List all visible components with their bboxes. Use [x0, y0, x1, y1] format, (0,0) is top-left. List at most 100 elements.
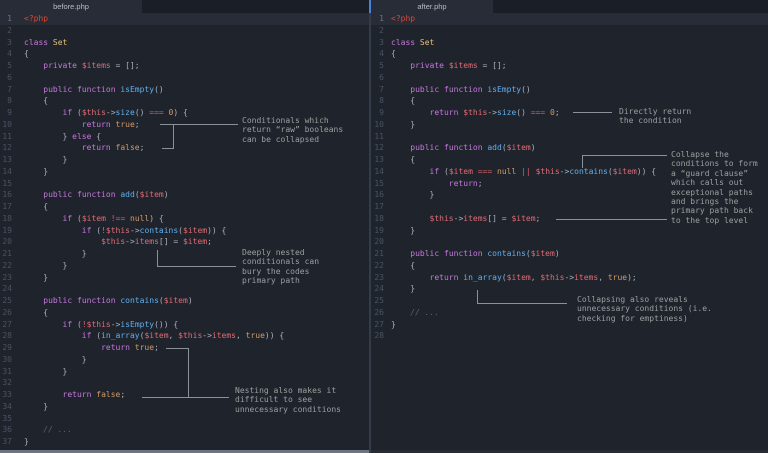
code-line[interactable]: 7 public function isEmpty(): [371, 84, 768, 96]
line-number: 20: [0, 236, 12, 248]
code-line[interactable]: 2: [0, 25, 369, 37]
line-number: 5: [0, 60, 12, 72]
code-line[interactable]: 11 } else {: [0, 131, 369, 143]
code-text: {: [384, 260, 415, 272]
line-number: 30: [0, 354, 12, 366]
code-line[interactable]: 8 {: [0, 95, 369, 107]
line-number: 17: [0, 201, 12, 213]
code-line[interactable]: 34 }: [0, 401, 369, 413]
line-number: 19: [371, 225, 384, 237]
code-line[interactable]: 28 if (in_array($item, $this->items, tru…: [0, 330, 369, 342]
code-line[interactable]: 35: [0, 413, 369, 425]
code-line[interactable]: 18 $this->items[] = $item;: [371, 213, 768, 225]
code-line[interactable]: 14 if ($item === null || $this->contains…: [371, 166, 768, 178]
line-number: 7: [0, 84, 12, 96]
divider-accent: [369, 0, 371, 13]
code-line[interactable]: 25 public function contains($item): [0, 295, 369, 307]
code-line[interactable]: 13 }: [0, 154, 369, 166]
code-text: }: [384, 283, 415, 295]
code-line[interactable]: 25: [371, 295, 768, 307]
tab-before-php[interactable]: before.php: [0, 0, 142, 13]
code-line[interactable]: 23 }: [0, 272, 369, 284]
code-text: if (!$this->contains($item)) {: [12, 225, 226, 237]
code-text: }: [384, 119, 415, 131]
tab-after-php[interactable]: after.php: [371, 0, 493, 13]
line-number: 18: [371, 213, 384, 225]
code-text: public function isEmpty(): [12, 84, 164, 96]
code-line[interactable]: 26 {: [0, 307, 369, 319]
pane-divider[interactable]: [369, 0, 371, 453]
code-line[interactable]: 14 }: [0, 166, 369, 178]
code-line[interactable]: 36 // ...: [0, 424, 369, 436]
code-line[interactable]: 13 {: [371, 154, 768, 166]
code-line[interactable]: 23 return in_array($item, $this->items, …: [371, 272, 768, 284]
code-line[interactable]: 27 if (!$this->isEmpty()) {: [0, 319, 369, 331]
code-line[interactable]: 21 public function contains($item): [371, 248, 768, 260]
line-number: 3: [371, 37, 384, 49]
code-line[interactable]: 20: [371, 236, 768, 248]
code-line[interactable]: 4{: [0, 48, 369, 60]
code-text: $this->items[] = $item;: [384, 213, 540, 225]
code-line[interactable]: 24 }: [371, 283, 768, 295]
code-line[interactable]: 3class Set: [0, 37, 369, 49]
line-number: 9: [0, 107, 12, 119]
code-line[interactable]: 20 $this->items[] = $item;: [0, 236, 369, 248]
code-line[interactable]: 27}: [371, 319, 768, 331]
code-line[interactable]: 16 }: [371, 189, 768, 201]
editor-pane-before: before.php 1<?php23class Set4{5 private …: [0, 0, 369, 453]
code-line[interactable]: 6: [371, 72, 768, 84]
code-line[interactable]: 2: [371, 25, 768, 37]
code-line[interactable]: 29 return true;: [0, 342, 369, 354]
code-line[interactable]: 22 }: [0, 260, 369, 272]
line-number: 4: [0, 48, 12, 60]
code-line[interactable]: 11: [371, 131, 768, 143]
code-text: return true;: [12, 119, 140, 131]
code-line[interactable]: 37}: [0, 436, 369, 448]
code-line[interactable]: 31 }: [0, 366, 369, 378]
code-line[interactable]: 6: [0, 72, 369, 84]
code-line[interactable]: 21 }: [0, 248, 369, 260]
line-number: 12: [0, 142, 12, 154]
code-line[interactable]: 15: [0, 178, 369, 190]
code-line[interactable]: 12 return false;: [0, 142, 369, 154]
code-line[interactable]: 24: [0, 283, 369, 295]
line-number: 14: [0, 166, 12, 178]
code-text: public function add($item): [384, 142, 536, 154]
code-line[interactable]: 33 return false;: [0, 389, 369, 401]
code-line[interactable]: 17: [371, 201, 768, 213]
code-text: if ($item !== null) {: [12, 213, 164, 225]
line-number: 22: [0, 260, 12, 272]
code-line[interactable]: 8 {: [371, 95, 768, 107]
line-number: 21: [0, 248, 12, 260]
line-number: 10: [0, 119, 12, 131]
code-text: {: [12, 307, 48, 319]
line-number: 14: [371, 166, 384, 178]
code-line[interactable]: 4{: [371, 48, 768, 60]
code-line[interactable]: 28: [371, 330, 768, 342]
code-line[interactable]: 1<?php: [0, 13, 369, 25]
code-text: [384, 295, 391, 307]
code-line[interactable]: 19 }: [371, 225, 768, 237]
code-line[interactable]: 32: [0, 377, 369, 389]
code-line[interactable]: 5 private $items = [];: [371, 60, 768, 72]
code-line[interactable]: 1<?php: [371, 13, 768, 25]
code-line[interactable]: 16 public function add($item): [0, 189, 369, 201]
code-line[interactable]: 19 if (!$this->contains($item)) {: [0, 225, 369, 237]
code-line[interactable]: 5 private $items = [];: [0, 60, 369, 72]
code-text: public function add($item): [12, 189, 169, 201]
code-text: if (in_array($item, $this->items, true))…: [12, 330, 284, 342]
code-line[interactable]: 18 if ($item !== null) {: [0, 213, 369, 225]
code-line[interactable]: 10 return true;: [0, 119, 369, 131]
code-line[interactable]: 3class Set: [371, 37, 768, 49]
code-line[interactable]: 30 }: [0, 354, 369, 366]
code-line[interactable]: 12 public function add($item): [371, 142, 768, 154]
code-line[interactable]: 7 public function isEmpty(): [0, 84, 369, 96]
code-line[interactable]: 22 {: [371, 260, 768, 272]
code-line[interactable]: 17 {: [0, 201, 369, 213]
code-line[interactable]: 26 // ...: [371, 307, 768, 319]
code-text: return false;: [12, 389, 125, 401]
code-line[interactable]: 9 return $this->size() === 0;: [371, 107, 768, 119]
code-line[interactable]: 9 if ($this->size() === 0) {: [0, 107, 369, 119]
code-line[interactable]: 15 return;: [371, 178, 768, 190]
code-line[interactable]: 10 }: [371, 119, 768, 131]
